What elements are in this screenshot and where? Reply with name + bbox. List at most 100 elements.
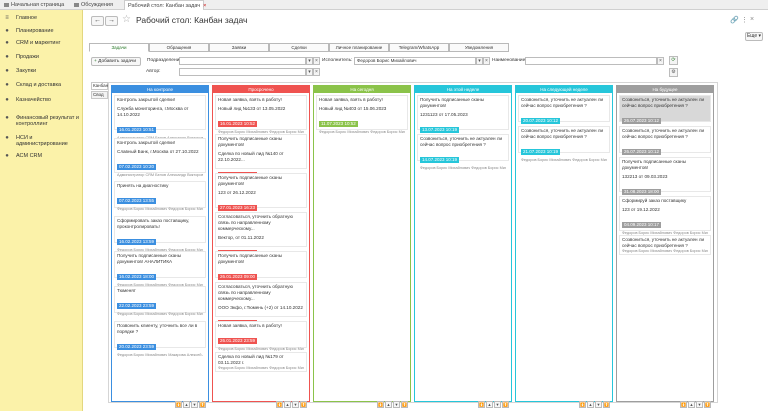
more-vert-icon[interactable]: ⋮	[741, 16, 748, 24]
more-button[interactable]: Еще ▾	[745, 32, 763, 41]
last-page-icon[interactable]: ⏬	[502, 401, 509, 408]
task-card[interactable]: Сделка по новый лид №179 от 03.11.2022 г…	[215, 352, 307, 372]
next-page-icon[interactable]: ▼	[595, 401, 602, 408]
sidebar-item-5[interactable]: ● Склад и доставка	[0, 81, 83, 93]
star-icon[interactable]: ☆	[122, 14, 131, 25]
task-card[interactable]: Получить подписанные сканы документов! 12…	[417, 95, 509, 140]
view-tab-0[interactable]: Задачи	[89, 43, 149, 52]
first-page-icon[interactable]: ⏫	[377, 401, 384, 408]
card-executor: Федоров Борис Михайлович	[168, 312, 203, 316]
due-date-badge: 13.07.2023 10:19	[420, 127, 460, 133]
task-card[interactable]: Согласоваться, уточнить обратную связь п…	[215, 282, 307, 333]
back-button[interactable]: ←	[91, 16, 104, 26]
author-clear-button[interactable]: ×	[313, 68, 320, 76]
prev-page-icon[interactable]: ▲	[284, 401, 291, 408]
view-tab-6[interactable]: Уведомления	[449, 43, 509, 52]
tab-kanban[interactable]: Рабочий стол: Канбан задач ×	[124, 0, 206, 10]
next-page-icon[interactable]: ▼	[191, 401, 198, 408]
add-task-button[interactable]: + Добавить задачи	[91, 57, 141, 66]
dept-field[interactable]	[179, 57, 306, 65]
task-card[interactable]: Сформировать заказ поставщику, проконтро…	[114, 216, 206, 252]
sidebar-item-3[interactable]: ● Продажи	[0, 53, 83, 65]
task-card[interactable]: Получить подписанные сканы документов! Сд…	[215, 134, 307, 185]
prev-page-icon[interactable]: ▲	[688, 401, 695, 408]
menu-icon: ≡	[5, 15, 9, 21]
sidebar-item-6[interactable]: ● Казначейство	[0, 96, 83, 108]
name-field[interactable]	[525, 57, 657, 65]
exec-field[interactable]: Федоров Борис Михайлович	[354, 57, 476, 65]
task-card[interactable]: Получить подписанные сканы документов! 26…	[215, 251, 307, 287]
task-card[interactable]: Сформируй заказ поставщику 123 от 19.12.2…	[619, 196, 711, 235]
task-card[interactable]: Позвонить клиенту, уточнить все ли в пор…	[114, 321, 206, 357]
prev-page-icon[interactable]: ▲	[183, 401, 190, 408]
task-card[interactable]: Контроль закрытой сделки! Славный Банк, г…	[114, 138, 206, 177]
last-page-icon[interactable]: ⏬	[199, 401, 206, 408]
tab-discussions[interactable]: Обсуждения	[72, 0, 120, 10]
card-title: Принять на диагностику	[117, 183, 169, 188]
task-card[interactable]: Получить подписанные сканы документов! 12…	[215, 173, 307, 218]
last-page-icon[interactable]: ⏬	[401, 401, 408, 408]
task-card[interactable]: Получить подписанные сканы документов! 13…	[619, 157, 711, 202]
settings-icon[interactable]: ⚙	[669, 68, 678, 77]
last-page-icon[interactable]: ⏬	[300, 401, 307, 408]
sidebar-item-1[interactable]: ● Планирование	[0, 27, 83, 39]
dept-clear-button[interactable]: ×	[313, 57, 320, 65]
forward-button[interactable]: →	[105, 16, 118, 26]
prev-page-icon[interactable]: ▲	[385, 401, 392, 408]
view-tab-2[interactable]: Заявки	[209, 43, 269, 52]
sidebar-item-8[interactable]: ● НСИ и администрирование	[0, 134, 83, 147]
next-page-icon[interactable]: ▼	[494, 401, 501, 408]
view-tab-4[interactable]: Личное планирование	[329, 43, 389, 52]
sidebar-item-0[interactable]: ≡ Главное	[0, 14, 83, 26]
next-page-icon[interactable]: ▼	[696, 401, 703, 408]
last-page-icon[interactable]: ⏬	[704, 401, 711, 408]
name-clear-button[interactable]: ×	[657, 57, 664, 65]
task-card[interactable]: Согласоваться, уточнить обратную связь п…	[215, 212, 307, 263]
task-card[interactable]: Созвониться, уточнить не актуален ли сей…	[619, 95, 711, 131]
next-page-icon[interactable]: ▼	[393, 401, 400, 408]
close-window-icon[interactable]: ×	[750, 16, 754, 23]
author-field[interactable]	[179, 68, 306, 76]
refresh-icon[interactable]: ⟳	[669, 56, 678, 65]
task-card[interactable]: Новая заявка, взять в работу! 26.01.2023 …	[215, 321, 307, 351]
task-card[interactable]: Созвониться, уточнить не актуален ли сей…	[518, 95, 610, 131]
view-tab-1[interactable]: Обращения	[149, 43, 209, 52]
side-tab-summary[interactable]: Свод	[91, 91, 108, 99]
task-card[interactable]: Новая заявка, взять в работу! Новый лид №…	[215, 95, 307, 134]
first-page-icon[interactable]: ⏫	[276, 401, 283, 408]
exec-select-button[interactable]: ▾	[476, 57, 483, 65]
first-page-icon[interactable]: ⏫	[175, 401, 182, 408]
tab-home[interactable]: Начальная страница	[2, 0, 66, 10]
task-card[interactable]: Созвониться, уточнить не актуален ли сей…	[619, 126, 711, 162]
prev-page-icon[interactable]: ▲	[587, 401, 594, 408]
sidebar-item-7[interactable]: ● Финансовый результат и контроллинг	[0, 114, 83, 127]
first-page-icon[interactable]: ⏫	[478, 401, 485, 408]
prev-page-icon[interactable]: ▲	[486, 401, 493, 408]
close-icon[interactable]: ×	[203, 3, 206, 9]
sidebar-item-4[interactable]: ● Закупки	[0, 67, 83, 79]
view-tab-3[interactable]: Сделки	[269, 43, 329, 52]
sidebar-item-9[interactable]: ● АСМ CRM	[0, 152, 83, 164]
task-card[interactable]: Получить подписанные сканы документов! А…	[114, 251, 206, 287]
task-card[interactable]: Контроль закрытой сделки! Служба монитори…	[114, 95, 206, 140]
view-tab-5[interactable]: Telegram/WhatsApp	[389, 43, 449, 52]
side-tab-kanban[interactable]: Канбан	[91, 82, 108, 90]
sidebar-item-label: Закупки	[16, 68, 37, 74]
task-card[interactable]: Созвониться, уточнить не актуален ли сей…	[417, 134, 509, 170]
task-card[interactable]: Принять на диагностику 07.02.2023 13:55 Фе…	[114, 181, 206, 211]
next-page-icon[interactable]: ▼	[292, 401, 299, 408]
exec-clear-button[interactable]: ×	[483, 57, 490, 65]
task-card[interactable]: Созвониться, уточнить не актуален ли сей…	[619, 235, 711, 255]
dept-label: Подразделение:	[147, 58, 184, 63]
last-page-icon[interactable]: ⏬	[603, 401, 610, 408]
due-date-badge: 11.07.2023 10:52	[319, 121, 358, 127]
dept-select-button[interactable]: ▾	[306, 57, 313, 65]
link-icon[interactable]: 🔗	[730, 16, 739, 24]
task-card[interactable]: Тюменят 22.02.2023 23:59 Федоров Борис Мих…	[114, 286, 206, 316]
author-select-button[interactable]: ▾	[306, 68, 313, 76]
first-page-icon[interactable]: ⏫	[579, 401, 586, 408]
first-page-icon[interactable]: ⏫	[680, 401, 687, 408]
task-card[interactable]: Новая заявка, взять в работу! Новый лид №…	[316, 95, 408, 134]
task-card[interactable]: Созвониться, уточнить не актуален ли сей…	[518, 126, 610, 162]
sidebar-item-2[interactable]: ● CRM и маркетинг	[0, 39, 83, 51]
